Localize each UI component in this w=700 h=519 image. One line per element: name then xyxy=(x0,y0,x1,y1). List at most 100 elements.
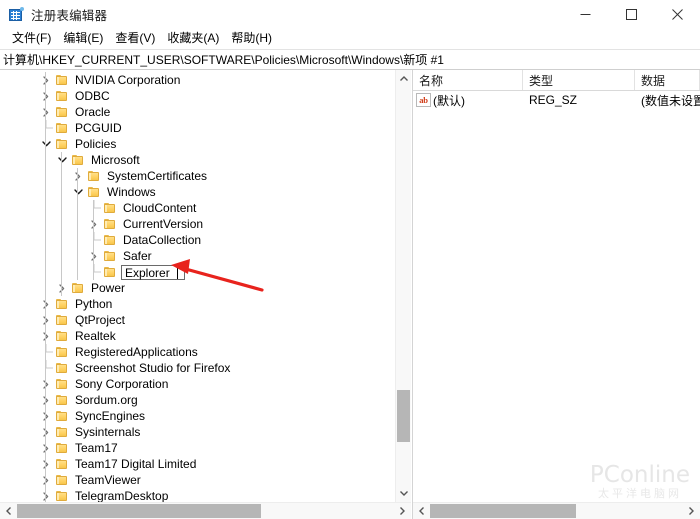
tree-node-datacollection[interactable]: DataCollection xyxy=(0,232,395,248)
maximize-button[interactable] xyxy=(608,0,654,29)
tree-node-oracle[interactable]: Oracle xyxy=(0,104,395,120)
chevron-right-icon[interactable] xyxy=(38,328,54,344)
scroll-up-arrow-icon[interactable] xyxy=(396,70,411,87)
tree-node-label: CloudContent xyxy=(123,201,197,215)
values-horizontal-scrollbar[interactable] xyxy=(413,502,700,519)
values-scroll-left-arrow-icon[interactable] xyxy=(413,503,430,519)
chevron-right-icon[interactable] xyxy=(38,104,54,120)
tree-node-telegramdesktop[interactable]: TelegramDesktop xyxy=(0,488,395,502)
tree-node-realtek[interactable]: Realtek xyxy=(0,328,395,344)
tree-node-sordum-org[interactable]: Sordum.org xyxy=(0,392,395,408)
chevron-right-icon[interactable] xyxy=(38,424,54,440)
tree-node-label: NVIDIA Corporation xyxy=(75,73,181,87)
chevron-right-icon[interactable] xyxy=(38,472,54,488)
menu-help[interactable]: 帮助(H) xyxy=(225,30,278,48)
tree-guide-line xyxy=(45,264,46,280)
chevron-right-icon[interactable] xyxy=(38,72,54,88)
column-header-name[interactable]: 名称 xyxy=(413,70,523,90)
menu-favorites[interactable]: 收藏夹(A) xyxy=(161,30,225,48)
title-bar: 注册表编辑器 xyxy=(0,0,700,29)
tree-horizontal-scrollbar[interactable] xyxy=(0,502,411,519)
tree-node-microsoft[interactable]: Microsoft xyxy=(0,152,395,168)
chevron-down-icon[interactable] xyxy=(54,152,70,168)
scroll-down-arrow-icon[interactable] xyxy=(396,485,411,502)
chevron-right-icon[interactable] xyxy=(38,488,54,502)
tree-node-sysinternals[interactable]: Sysinternals xyxy=(0,424,395,440)
chevron-right-icon[interactable] xyxy=(86,216,102,232)
address-bar[interactable]: 计算机\HKEY_CURRENT_USER\SOFTWARE\Policies\… xyxy=(0,49,700,70)
values-list-body[interactable]: ab(默认) REG_SZ (数值未设置) xyxy=(413,91,700,502)
tree-guide-line xyxy=(45,424,46,440)
scroll-left-arrow-icon[interactable] xyxy=(0,503,17,519)
tree-node-qtproject[interactable]: QtProject xyxy=(0,312,395,328)
tree-node-syncengines[interactable]: SyncEngines xyxy=(0,408,395,424)
tree-vertical-scrollbar[interactable] xyxy=(395,70,411,502)
tree-node-policies[interactable]: Policies xyxy=(0,136,395,152)
menu-file[interactable]: 文件(F) xyxy=(6,30,57,48)
tree-node-currentversion[interactable]: CurrentVersion xyxy=(0,216,395,232)
tree-node-cloudcontent[interactable]: CloudContent xyxy=(0,200,395,216)
chevron-right-icon[interactable] xyxy=(38,408,54,424)
tree-node-sony-corporation[interactable]: Sony Corporation xyxy=(0,376,395,392)
column-header-data[interactable]: 数据 xyxy=(635,70,700,90)
tree-scroll-track[interactable] xyxy=(396,87,411,485)
menu-edit[interactable]: 编辑(E) xyxy=(57,30,109,48)
scroll-right-arrow-icon[interactable] xyxy=(394,503,411,519)
tree-scroll-thumb[interactable] xyxy=(397,390,410,442)
tree-node-safer[interactable]: Safer xyxy=(0,248,395,264)
tree-guide-line xyxy=(93,232,94,248)
chevron-right-icon[interactable] xyxy=(38,376,54,392)
tree-node-python[interactable]: Python xyxy=(0,296,395,312)
menu-view[interactable]: 查看(V) xyxy=(109,30,161,48)
values-scroll-right-arrow-icon[interactable] xyxy=(683,503,700,519)
chevron-down-icon[interactable] xyxy=(38,136,54,152)
registry-editor-window: 注册表编辑器 文件(F) 编辑(E) 查看(V) 收藏夹(A) 帮助(H) 计算… xyxy=(0,0,700,519)
close-button[interactable] xyxy=(654,0,700,29)
folder-icon xyxy=(54,104,70,120)
tree-leaf-connector-icon xyxy=(38,120,54,136)
tree-node-team17[interactable]: Team17 xyxy=(0,440,395,456)
tree-guide-line xyxy=(45,456,46,472)
folder-icon xyxy=(54,360,70,376)
tree-node-team17-digital-limited[interactable]: Team17 Digital Limited xyxy=(0,456,395,472)
tree-node-screenshot-studio-for-firefox[interactable]: Screenshot Studio for Firefox xyxy=(0,360,395,376)
tree-guide-line xyxy=(77,200,78,216)
values-hscroll-thumb[interactable] xyxy=(430,504,576,518)
tree-guide-line xyxy=(45,216,46,232)
chevron-right-icon[interactable] xyxy=(54,280,70,296)
chevron-down-icon[interactable] xyxy=(70,184,86,200)
values-list-row[interactable]: ab(默认) REG_SZ (数值未设置) xyxy=(413,91,700,109)
chevron-right-icon[interactable] xyxy=(38,296,54,312)
registry-tree[interactable]: NVIDIA Corporation ODBC Oracle PCGUID Polici… xyxy=(0,70,395,502)
folder-icon xyxy=(54,488,70,502)
tree-node-label: ODBC xyxy=(75,89,110,103)
tree-node-power[interactable]: Power xyxy=(0,280,395,296)
chevron-right-icon[interactable] xyxy=(38,440,54,456)
tree-node-systemcertificates[interactable]: SystemCertificates xyxy=(0,168,395,184)
tree-guide-line xyxy=(77,248,78,264)
tree-hscroll-track[interactable] xyxy=(17,503,394,519)
folder-icon xyxy=(102,200,118,216)
chevron-right-icon[interactable] xyxy=(86,248,102,264)
tree-hscroll-thumb[interactable] xyxy=(17,504,261,518)
chevron-right-icon[interactable] xyxy=(38,456,54,472)
chevron-right-icon[interactable] xyxy=(38,392,54,408)
rename-input[interactable]: Explorer xyxy=(121,264,185,280)
tree-node-label: Team17 xyxy=(75,441,118,455)
tree-node-odbc[interactable]: ODBC xyxy=(0,88,395,104)
tree-node-label: CurrentVersion xyxy=(123,217,204,231)
tree-guide-line xyxy=(61,168,62,184)
chevron-right-icon[interactable] xyxy=(38,312,54,328)
tree-node-pcguid[interactable]: PCGUID xyxy=(0,120,395,136)
tree-node-nvidia-corporation[interactable]: NVIDIA Corporation xyxy=(0,72,395,88)
chevron-right-icon[interactable] xyxy=(70,168,86,184)
tree-node-teamviewer[interactable]: TeamViewer xyxy=(0,472,395,488)
folder-icon xyxy=(86,168,102,184)
tree-node-registeredapplications[interactable]: RegisteredApplications xyxy=(0,344,395,360)
minimize-button[interactable] xyxy=(562,0,608,29)
tree-node-explorer[interactable]: Explorer xyxy=(0,264,395,280)
tree-node-windows[interactable]: Windows xyxy=(0,184,395,200)
values-hscroll-track[interactable] xyxy=(430,503,683,519)
column-header-type[interactable]: 类型 xyxy=(523,70,635,90)
chevron-right-icon[interactable] xyxy=(38,88,54,104)
